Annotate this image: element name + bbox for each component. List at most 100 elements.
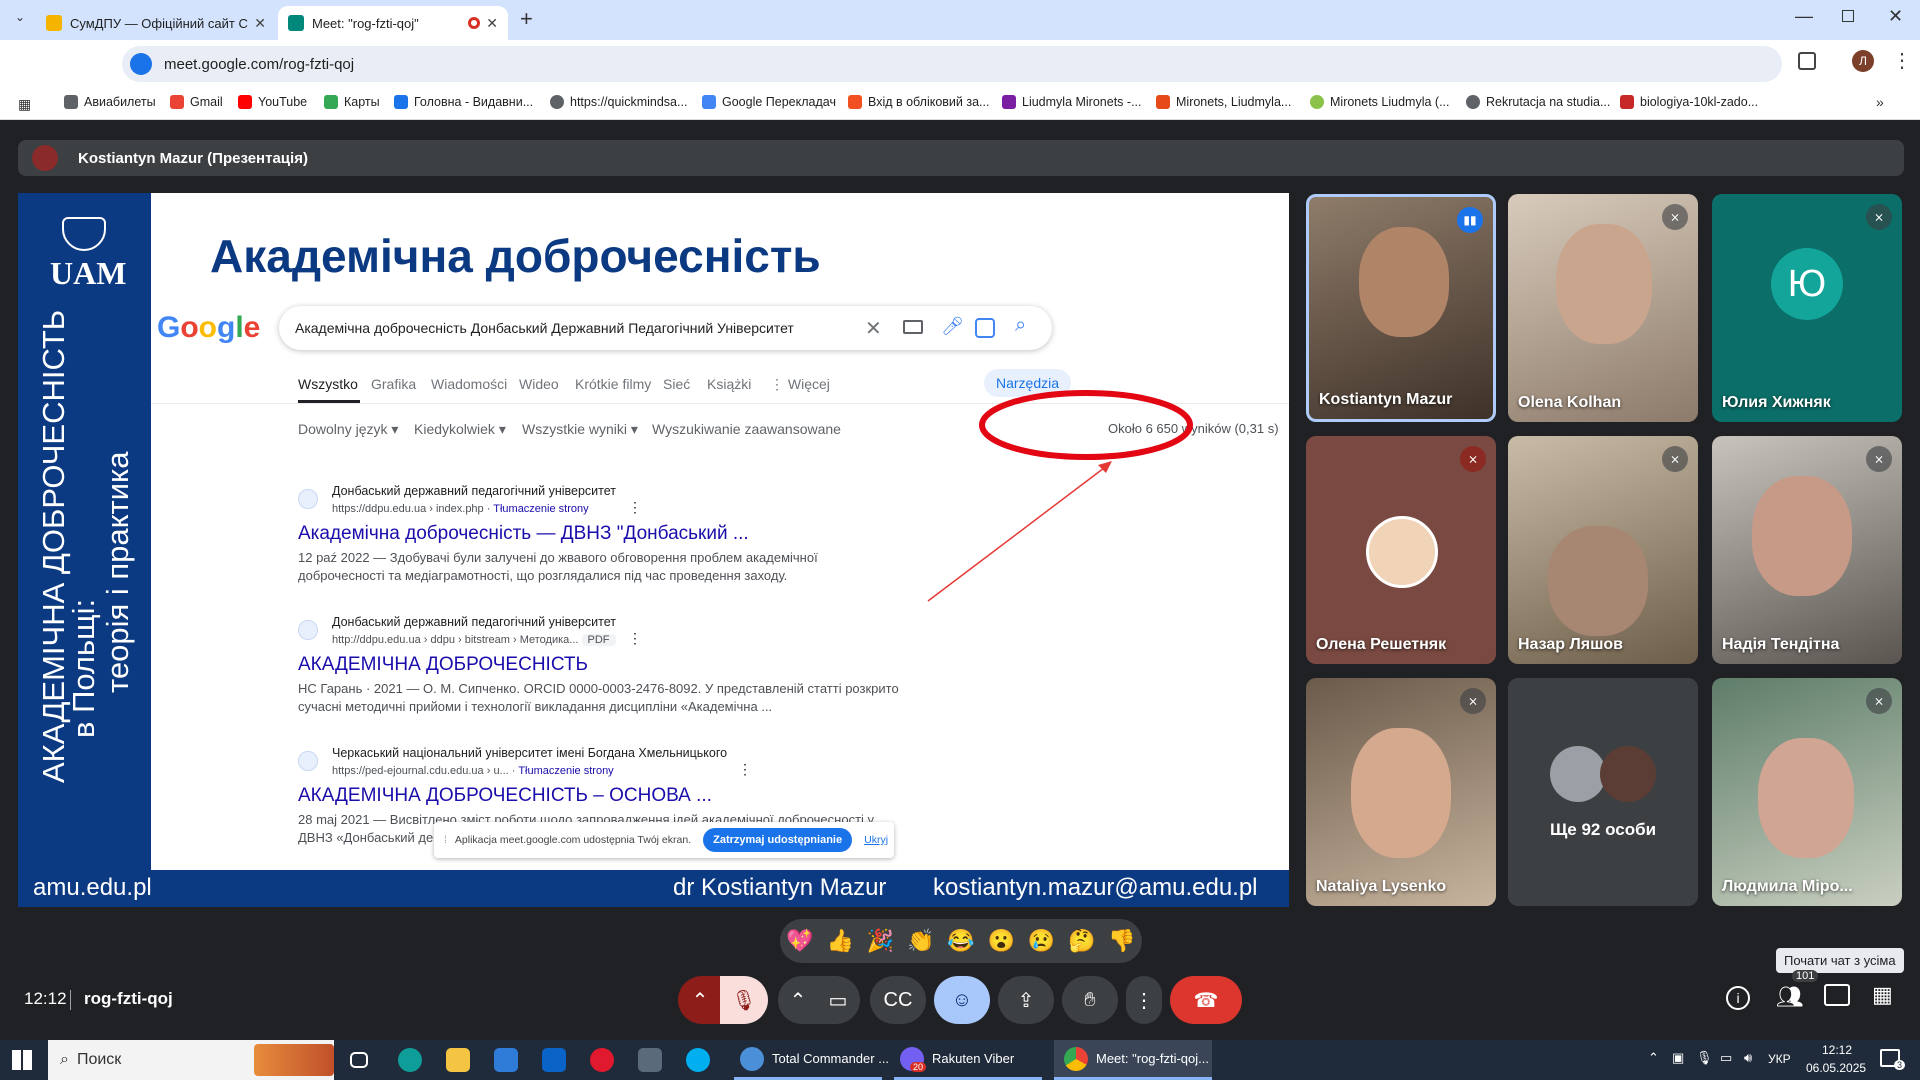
menu-icon[interactable]: ⋮ (1892, 48, 1912, 73)
slide-footer: amu.edu.pl dr Kostiantyn Mazur kostianty… (18, 870, 1289, 907)
new-tab-icon[interactable]: + (520, 6, 533, 32)
apps-grid-icon[interactable]: ▦ (18, 96, 31, 113)
close-tab-icon[interactable]: ✕ (486, 15, 498, 32)
result-title[interactable]: Академічна доброчесність — ДВНЗ "Донбась… (298, 523, 749, 545)
bookmark-item[interactable]: biologiya-10kl-zado... (1620, 95, 1758, 109)
chat-icon[interactable] (1824, 984, 1850, 1006)
stop-sharing-button[interactable]: Zatrzymaj udostępnianie (703, 828, 853, 852)
participant-name: Olena Kolhan (1518, 394, 1622, 411)
activities-icon[interactable]: ▦ (1872, 982, 1893, 1008)
bookmark-item[interactable]: Gmail (170, 95, 223, 109)
result-snippet: НС Гарань · 2021 — О. М. Сипченко. ORCID… (298, 681, 899, 696)
outlook-icon[interactable] (542, 1040, 574, 1080)
address-bar[interactable]: meet.google.com/rog-fzti-qoj (122, 46, 1782, 82)
participant-tile[interactable]: ⨯ Людмила Міро... (1712, 678, 1902, 906)
tray-meet-icon[interactable]: ▣ (1672, 1050, 1684, 1066)
bookmark-item[interactable]: Авиабилеты (64, 95, 156, 109)
mic-off-button[interactable]: 🎙︎ (720, 976, 768, 1024)
tray-time[interactable]: 12:12 (1822, 1043, 1852, 1057)
taskbar-meet[interactable]: Meet: "rog-fzti-qoj... (1054, 1040, 1212, 1080)
more-options-button[interactable]: ⋮ (1126, 976, 1162, 1024)
reaction-surprised[interactable]: 😮 (988, 928, 1015, 954)
tab-title: Meet: "rog-fzti-qoj" (312, 15, 419, 31)
skype-icon[interactable] (686, 1040, 718, 1080)
taskbar-search[interactable]: ⌕ Поиск (48, 1040, 334, 1080)
result-menu-icon[interactable]: ⋮ (628, 630, 642, 647)
meeting-info-icon[interactable]: i (1726, 986, 1750, 1010)
bookmark-item[interactable]: Google Перекладач (702, 95, 836, 109)
reaction-clap[interactable]: 👏 (907, 928, 934, 954)
participant-tile[interactable]: ⨯ Надія Тендітна (1712, 436, 1902, 664)
calculator-icon[interactable] (638, 1040, 670, 1080)
tray-date[interactable]: 06.05.2025 (1806, 1061, 1866, 1075)
reaction-thumbs-down[interactable]: 👎 (1108, 928, 1135, 954)
bookmark-item[interactable]: Mironets, Liudmyla... (1156, 95, 1291, 109)
share-notice-text: Aplikacja meet.google.com udostępnia Twó… (454, 834, 692, 846)
participant-tile[interactable]: Ю ⨯ Юлия Хижняк (1712, 194, 1902, 422)
reaction-laugh[interactable]: 😂 (947, 928, 974, 954)
people-icon[interactable]: 👥︎ (1776, 984, 1804, 1010)
bookmark-item[interactable]: https://quickmindsa... (550, 95, 687, 109)
taskbar-total-commander[interactable]: Total Commander ... (734, 1040, 889, 1080)
result-title[interactable]: АКАДЕМІЧНА ДОБРОЧЕСНІСТЬ (298, 654, 588, 676)
profile-avatar[interactable]: Л (1852, 50, 1874, 72)
participant-tile[interactable]: ⨯ Олена Решетняк (1306, 436, 1496, 664)
reaction-thinking[interactable]: 🤔 (1068, 928, 1095, 954)
windows-start-icon[interactable] (12, 1050, 32, 1070)
present-screen-button[interactable]: ⇪ (998, 976, 1054, 1024)
tray-network-icon[interactable]: ▭ (1720, 1050, 1732, 1066)
bookmark-item[interactable]: Rekrutacja na studia... (1466, 95, 1610, 109)
audio-options-button[interactable]: ⌃ (678, 976, 722, 1024)
restore-icon[interactable] (1842, 10, 1854, 22)
more-participants-tile[interactable]: Ще 92 особи (1508, 678, 1698, 906)
tray-volume-icon[interactable]: 🔊︎ (1744, 1050, 1752, 1066)
taskbar-viber[interactable]: Rakuten Viber (894, 1040, 1042, 1080)
task-view-icon[interactable] (350, 1040, 376, 1080)
raise-hand-button[interactable]: ✋︎ (1062, 976, 1118, 1024)
bookmark-item[interactable]: YouTube (238, 95, 307, 109)
video-options-button[interactable]: ⌃ (778, 976, 818, 1024)
mic-off-icon: ⨯ (1460, 446, 1486, 472)
reaction-sad[interactable]: 😢 (1028, 928, 1055, 954)
result-menu-icon[interactable]: ⋮ (628, 499, 642, 516)
tab-search-icon[interactable]: ⌄ (10, 10, 30, 30)
bookmark-item[interactable]: Liudmyla Mironets -... (1002, 95, 1141, 109)
drag-handle-icon[interactable]: ⁞ (444, 834, 447, 846)
tray-mic-icon[interactable]: 🎙︎ (1696, 1050, 1713, 1066)
result-title[interactable]: АКАДЕМІЧНА ДОБРОЧЕСНІСТЬ – ОСНОВА ... (298, 785, 712, 807)
close-tab-icon[interactable]: ✕ (254, 15, 266, 32)
participant-tile[interactable]: ▮▮ Kostiantyn Mazur (1306, 194, 1496, 422)
minimize-icon[interactable]: — (1795, 6, 1813, 27)
result-menu-icon[interactable]: ⋮ (738, 761, 752, 778)
reactions-button[interactable]: ☺ (934, 976, 990, 1024)
participant-tile[interactable]: ⨯ Nataliya Lysenko (1306, 678, 1496, 906)
tray-chevron-icon[interactable]: ⌃ (1648, 1050, 1659, 1066)
bookmark-item[interactable]: Головна - Видавни... (394, 95, 533, 109)
meeting-divider (70, 990, 71, 1010)
edge-icon[interactable] (398, 1040, 430, 1080)
site-info-icon[interactable] (130, 53, 152, 75)
bookmark-item[interactable]: Вхід в обліковий за... (848, 95, 989, 109)
reaction-party[interactable]: 🎉 (867, 928, 894, 954)
close-window-icon[interactable]: ✕ (1888, 6, 1903, 27)
opera-icon[interactable] (590, 1040, 622, 1080)
file-explorer-icon[interactable] (446, 1040, 478, 1080)
participant-tile[interactable]: ⨯ Назар Ляшов (1508, 436, 1698, 664)
pdf-badge: PDF (581, 634, 616, 646)
tab-meet[interactable]: Meet: "rog-fzti-qoj" ✕ (278, 6, 508, 40)
store-icon[interactable] (494, 1040, 526, 1080)
tray-language[interactable]: УКР (1768, 1052, 1791, 1066)
extensions-icon[interactable] (1798, 52, 1816, 70)
tab-sumdpu[interactable]: СумДПУ — Офіційний сайт Сум ✕ (36, 6, 276, 40)
participant-tile[interactable]: ⨯ Olena Kolhan (1508, 194, 1698, 422)
captions-button[interactable]: CC (870, 976, 926, 1024)
bookmark-item[interactable]: Карты (324, 95, 380, 109)
meet-favicon-icon (288, 15, 304, 31)
mic-off-icon: ⨯ (1662, 204, 1688, 230)
reaction-heart[interactable]: 💖 (786, 928, 813, 954)
more-bookmarks-icon[interactable]: » (1876, 94, 1884, 110)
reaction-thumbs-up[interactable]: 👍 (827, 928, 854, 954)
bookmark-item[interactable]: Mironets Liudmyla (... (1310, 95, 1449, 109)
leave-call-button[interactable]: ☎︎ (1170, 976, 1242, 1024)
hide-notice-link[interactable]: Ukryj (864, 834, 888, 846)
